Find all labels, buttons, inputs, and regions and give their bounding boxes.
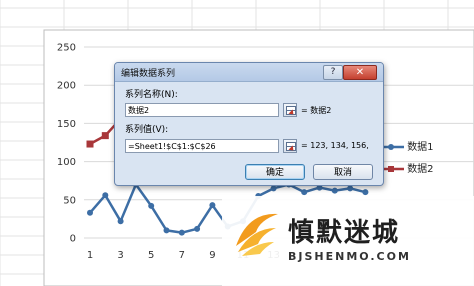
- series-1-point[interactable]: [163, 227, 170, 234]
- legend-label: 数据2: [407, 164, 434, 175]
- series-1-point[interactable]: [148, 202, 155, 209]
- x-tick-label: 7: [179, 250, 185, 261]
- ok-button[interactable]: 确定: [245, 164, 305, 180]
- edit-series-dialog: 编辑数据系列 ? ✕ 系列名称(N): 数据2 = 数据2 系列值(V): =S…: [114, 62, 384, 186]
- cancel-button[interactable]: 取消: [313, 164, 373, 180]
- series-1-point[interactable]: [117, 218, 124, 225]
- y-tick-label: 200: [57, 81, 76, 92]
- series-values-label: 系列值(V):: [125, 125, 169, 135]
- series-1-point[interactable]: [347, 185, 354, 192]
- series-1-point[interactable]: [362, 189, 369, 196]
- series-name-input[interactable]: 数据2: [125, 103, 279, 117]
- series-name-label: 系列名称(N):: [125, 90, 178, 100]
- dialog-title: 编辑数据系列: [121, 69, 176, 79]
- watermark: 慎默迷城 BJSHENMO.COM: [222, 196, 474, 286]
- dialog-titlebar[interactable]: 编辑数据系列 ? ✕: [115, 63, 383, 82]
- y-tick-label: 100: [57, 157, 76, 168]
- series-1-point[interactable]: [301, 189, 308, 196]
- series-1-point[interactable]: [270, 185, 277, 192]
- x-tick-label: 5: [148, 250, 154, 261]
- x-tick-label: 9: [209, 250, 215, 261]
- series-2-point[interactable]: [101, 132, 109, 140]
- x-tick-label: 3: [117, 250, 123, 261]
- legend-label: 数据1: [407, 142, 434, 153]
- series-1-point[interactable]: [87, 209, 93, 216]
- range-picker-button[interactable]: [283, 103, 297, 117]
- y-tick-label: 50: [63, 195, 76, 206]
- series-1-point[interactable]: [194, 225, 201, 232]
- series-values-input[interactable]: =Sheet1!$C$1:$C$26: [125, 139, 279, 153]
- x-tick-label: 1: [87, 250, 93, 261]
- series-2-point[interactable]: [86, 140, 94, 148]
- help-button[interactable]: ?: [323, 65, 343, 80]
- series-name-preview: = 数据2: [301, 106, 332, 115]
- watermark-brand: 慎默迷城: [288, 218, 401, 248]
- series-1-point[interactable]: [331, 187, 338, 194]
- y-tick-label: 150: [57, 119, 76, 130]
- range-picker-button[interactable]: [283, 139, 297, 153]
- legend-item-series2: 数据2: [378, 160, 434, 175]
- series-1-point[interactable]: [209, 202, 216, 209]
- flame-logo-icon: [236, 213, 278, 256]
- y-tick-label: 250: [57, 43, 76, 54]
- watermark-url: BJSHENMO.COM: [288, 250, 411, 263]
- series-1-point[interactable]: [178, 229, 185, 236]
- close-button[interactable]: ✕: [343, 65, 377, 80]
- y-tick-label: 0: [70, 234, 76, 245]
- series-1-point[interactable]: [102, 192, 109, 199]
- legend-item-series1: 数据1: [378, 138, 434, 153]
- series-values-preview: = 123, 134, 156,: [301, 141, 369, 150]
